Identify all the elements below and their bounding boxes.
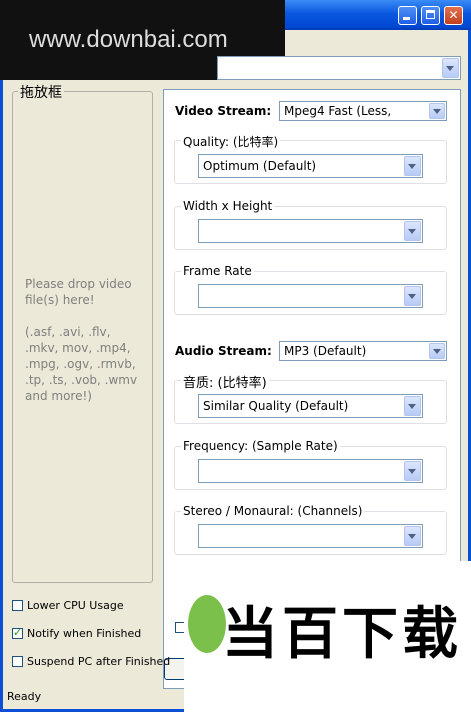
video-codec-select[interactable]: Mpeg4 Fast (Less, xyxy=(279,101,447,121)
chevron-down-icon[interactable] xyxy=(429,103,445,119)
lower-cpu-checkbox[interactable] xyxy=(12,600,23,611)
chevron-down-icon[interactable] xyxy=(429,343,445,359)
minimize-button[interactable] xyxy=(398,6,417,25)
preset-select[interactable] xyxy=(217,56,461,80)
audio-quality-value: Similar Quality (Default) xyxy=(203,399,349,413)
notify-finished-option[interactable]: Notify when Finished xyxy=(12,626,142,640)
chevron-down-icon[interactable] xyxy=(404,396,421,416)
leaf-icon xyxy=(188,595,226,653)
lower-cpu-label: Lower CPU Usage xyxy=(27,599,124,612)
video-quality-value: Optimum (Default) xyxy=(203,159,317,173)
video-quality-label: Quality: (比特率) xyxy=(181,133,281,150)
chevron-down-icon[interactable] xyxy=(404,221,421,241)
video-size-label: Width x Height xyxy=(181,199,275,213)
maximize-button[interactable] xyxy=(421,6,440,25)
video-codec-value: Mpeg4 Fast (Less, xyxy=(284,104,392,118)
suspend-pc-option[interactable]: Suspend PC after Finished xyxy=(12,655,170,668)
chevron-down-icon[interactable] xyxy=(404,156,421,176)
video-size-select[interactable] xyxy=(198,219,423,243)
frame-rate-select[interactable] xyxy=(198,284,423,308)
notify-finished-label: Notify when Finished xyxy=(27,627,142,640)
chevron-down-icon[interactable] xyxy=(404,286,421,306)
frame-rate-label: Frame Rate xyxy=(181,264,254,278)
suspend-pc-label: Suspend PC after Finished xyxy=(27,655,171,668)
audio-codec-select[interactable]: MP3 (Default) xyxy=(279,341,447,361)
drop-formats-text: (.asf, .avi, .flv, .mkv, mov, .mp4, .mpg… xyxy=(25,325,138,403)
drop-area-hint: Please drop video file(s) here! (.asf, .… xyxy=(25,276,145,420)
chevron-down-icon[interactable] xyxy=(442,58,459,78)
channels-label: Stereo / Monaural: (Channels) xyxy=(181,504,365,518)
chevron-down-icon[interactable] xyxy=(404,461,421,481)
lower-cpu-option[interactable]: Lower CPU Usage xyxy=(12,599,124,612)
drop-area-label: 拖放框 xyxy=(18,82,64,102)
audio-stream-heading: Audio Stream: xyxy=(175,344,272,358)
channels-select[interactable] xyxy=(198,524,423,548)
suspend-pc-checkbox[interactable] xyxy=(12,656,23,667)
close-button[interactable]: ✕ xyxy=(444,6,463,25)
drop-hint-text: Please drop video file(s) here! xyxy=(25,277,132,307)
close-icon: ✕ xyxy=(448,8,459,22)
frequency-select[interactable] xyxy=(198,459,423,483)
brand-logo-text: 当百下载 xyxy=(222,602,462,667)
status-bar-text: Ready xyxy=(7,690,42,703)
audio-quality-label: 音质: (比特率) xyxy=(181,372,269,391)
minimize-icon xyxy=(403,17,410,20)
audio-codec-value: MP3 (Default) xyxy=(284,344,367,358)
chevron-down-icon[interactable] xyxy=(404,526,421,546)
notify-finished-checkbox[interactable] xyxy=(12,626,23,639)
frequency-label: Frequency: (Sample Rate) xyxy=(181,439,340,453)
audio-quality-select[interactable]: Similar Quality (Default) xyxy=(198,394,423,418)
video-quality-select[interactable]: Optimum (Default) xyxy=(198,154,423,178)
maximize-icon xyxy=(426,10,435,19)
video-stream-heading: Video Stream: xyxy=(175,104,272,118)
brand-logo-overlay: 当百下载 xyxy=(184,561,471,712)
